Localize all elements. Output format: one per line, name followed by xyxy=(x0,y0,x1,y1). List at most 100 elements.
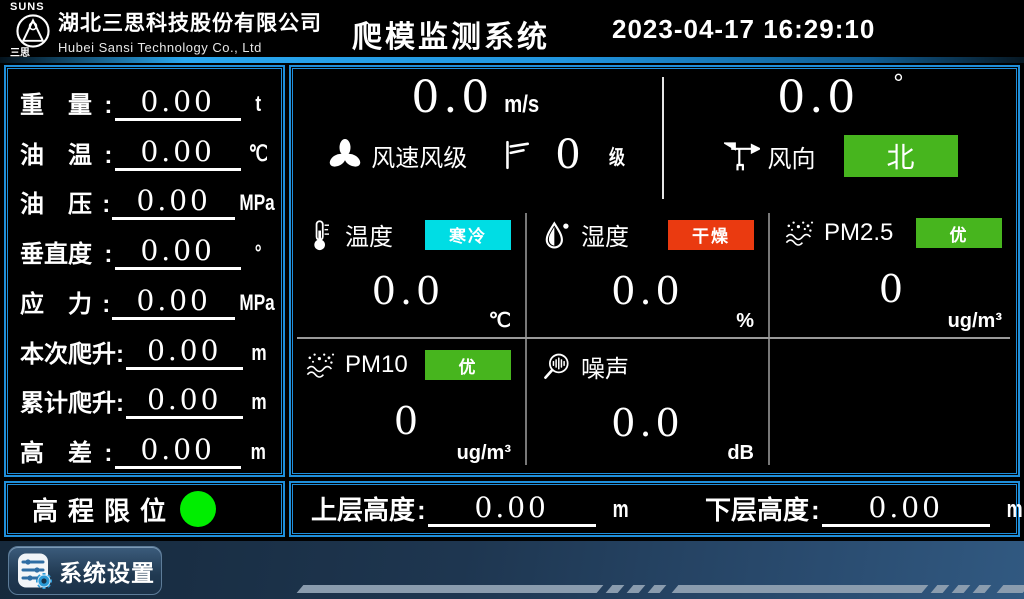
temperature-cell: 温度 寒冷 0.0 ℃ xyxy=(291,207,525,337)
footer-decoration xyxy=(300,585,1024,593)
status-badge: 优 xyxy=(916,218,1002,248)
cell-unit: ug/m³ xyxy=(457,442,511,465)
metric-label: 油 温 xyxy=(14,141,104,171)
sliders-gear-icon xyxy=(16,552,54,590)
metric-label: 重 量 xyxy=(14,91,104,121)
wind-speed-value: 0.0 xyxy=(411,73,493,123)
cell-unit: ℃ xyxy=(489,308,511,333)
metric-unit: m xyxy=(246,336,271,370)
company-name-cn: 湖北三思科技股份有限公司 xyxy=(58,7,318,37)
metric-unit: ℃ xyxy=(244,137,271,171)
metric-unit: m xyxy=(244,435,271,469)
metric-row-current-climb: 本次爬升: 0.00 m xyxy=(14,322,275,370)
dust-icon xyxy=(784,217,816,249)
wind-vane-icon xyxy=(724,138,760,174)
metric-unit: t xyxy=(244,87,271,121)
upper-height-unit: m xyxy=(612,493,628,527)
wind-direction-unit: ° xyxy=(893,73,903,93)
gear-icon xyxy=(36,573,52,589)
wind-speed-label: 风速风级 xyxy=(371,138,467,173)
thermometer-icon xyxy=(305,219,337,251)
layer-heights-panel: 上层高度: 0.00 m 下层高度: 0.00 m xyxy=(289,481,1020,537)
footer-bar: 系统设置 xyxy=(0,541,1024,599)
upper-height-value: 0.00 xyxy=(428,492,596,527)
metric-unit: ° xyxy=(244,236,271,270)
wind-direction-section: 0.0 ° 风向 北 xyxy=(663,67,1018,207)
metric-unit: m xyxy=(246,385,271,419)
metric-label: 应 力 xyxy=(14,290,102,320)
lower-height-value: 0.00 xyxy=(822,492,990,527)
logo-text-suns: SUNS xyxy=(10,2,45,13)
page-title: 爬模监测系统 xyxy=(352,12,550,56)
metric-value: 0.00 xyxy=(126,384,243,419)
system-settings-label: 系统设置 xyxy=(59,554,155,588)
header-bar: SUNS 三思 湖北三思科技股份有限公司 Hubei Sansi Technol… xyxy=(0,0,1024,57)
cell-label: 温度 xyxy=(345,217,393,252)
metric-label: 油 压 xyxy=(14,190,102,220)
climate-grid: 温度 寒冷 0.0 ℃ 湿度 干燥 0.0 % xyxy=(291,207,1018,471)
datetime-display: 2023-04-17 16:29:10 xyxy=(612,14,875,45)
lower-height-unit: m xyxy=(1006,493,1022,527)
wind-direction-value: 0.0 xyxy=(777,73,859,123)
dust-icon xyxy=(305,349,337,381)
metric-row-oil-pressure: 油 压: 0.00 MPa xyxy=(14,172,275,220)
metric-label: 垂直度 xyxy=(14,240,104,270)
system-settings-button[interactable]: 系统设置 xyxy=(8,546,162,595)
wind-level-unit: 级 xyxy=(609,141,625,170)
metric-row-height-diff: 高 差: 0.00 m xyxy=(14,421,275,469)
metric-label: 高 差 xyxy=(14,439,104,469)
fan-icon xyxy=(327,137,363,173)
company-name-en: Hubei Sansi Technology Co., Ltd xyxy=(58,40,318,55)
cell-label: PM2.5 xyxy=(824,219,893,247)
environment-panel: 0.0 m/s 风速风级 xyxy=(289,65,1020,477)
metric-value: 0.00 xyxy=(115,434,241,469)
metric-unit: MPa xyxy=(239,286,270,320)
humidity-cell: 湿度 干燥 0.0 % xyxy=(527,207,768,337)
metric-label: 本次爬升 xyxy=(14,340,116,370)
lower-height-label: 下层高度 xyxy=(705,493,809,527)
wind-speed-section: 0.0 m/s 风速风级 xyxy=(291,67,663,207)
pm25-cell: PM2.5 优 0 ug/m³ xyxy=(770,207,1016,337)
sansi-logo-icon xyxy=(15,13,51,49)
status-badge: 寒冷 xyxy=(425,220,511,250)
cell-unit: dB xyxy=(727,442,754,465)
metric-row-stress: 应 力: 0.00 MPa xyxy=(14,272,275,320)
upper-height-group: 上层高度: 0.00 m xyxy=(311,492,631,527)
empty-cell xyxy=(770,339,1016,469)
metric-row-total-climb: 累计爬升: 0.00 m xyxy=(14,371,275,419)
cell-label: PM10 xyxy=(345,351,408,379)
status-badge: 干燥 xyxy=(668,220,754,250)
metric-row-weight: 重 量: 0.00 t xyxy=(14,73,275,121)
noise-magnifier-icon xyxy=(541,351,573,383)
cell-value: 0.0 xyxy=(527,252,768,337)
cell-label: 湿度 xyxy=(581,217,629,252)
wind-level-value: 0 xyxy=(555,135,580,175)
metric-unit: MPa xyxy=(239,186,270,220)
wind-flag-icon xyxy=(501,139,531,171)
cell-unit: % xyxy=(736,310,754,333)
metric-value: 0.00 xyxy=(115,86,241,121)
metric-value: 0.00 xyxy=(126,335,243,370)
wind-speed-unit: m/s xyxy=(504,91,539,119)
status-circle xyxy=(180,491,216,527)
lower-height-group: 下层高度: 0.00 m xyxy=(705,492,1024,527)
status-badge: 优 xyxy=(425,350,511,380)
cell-label: 噪声 xyxy=(581,349,629,384)
metric-value: 0.00 xyxy=(112,185,235,220)
wind-direction-label: 风向 xyxy=(768,139,816,174)
metric-value: 0.00 xyxy=(112,285,235,320)
cell-unit: ug/m³ xyxy=(948,310,1002,333)
metrics-panel: 重 量: 0.00 t 油 温: 0.00 ℃ 油 压: 0.00 MPa 垂直… xyxy=(4,65,285,477)
wind-direction-badge: 北 xyxy=(844,135,958,177)
metric-row-verticality: 垂直度: 0.00 ° xyxy=(14,222,275,270)
droplet-icon xyxy=(541,219,573,251)
elevation-limit-panel: 高程限位 xyxy=(4,481,285,537)
pm10-cell: PM10 优 0 ug/m³ xyxy=(291,339,525,469)
metric-label: 累计爬升 xyxy=(14,389,116,419)
metric-value: 0.00 xyxy=(115,136,241,171)
noise-cell: 噪声 0.0 dB xyxy=(527,339,768,469)
upper-height-label: 上层高度 xyxy=(311,493,415,527)
metric-value: 0.00 xyxy=(115,235,241,270)
metric-row-oil-temp: 油 温: 0.00 ℃ xyxy=(14,123,275,171)
header-divider xyxy=(0,57,1024,63)
